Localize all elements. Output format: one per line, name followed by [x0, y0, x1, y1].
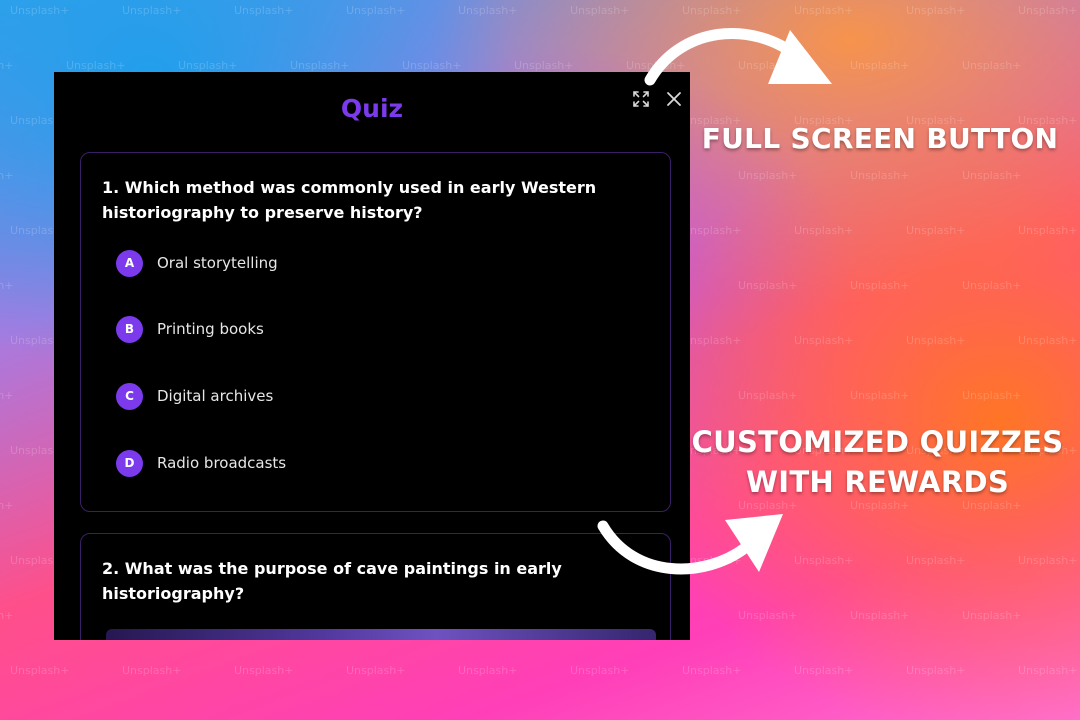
- watermark-text: Unsplash+: [0, 499, 14, 512]
- option-label: Printing books: [157, 320, 264, 338]
- watermark-text: Unsplash+: [962, 279, 1022, 292]
- question-text: 1. Which method was commonly used in ear…: [102, 178, 597, 222]
- watermark-text: Unsplash+: [850, 59, 910, 72]
- watermark-text: Unsplash+: [346, 664, 406, 677]
- watermark-text: Unsplash+: [514, 59, 574, 72]
- watermark-text: Unsplash+: [1018, 334, 1078, 347]
- watermark-text: Unsplash+: [850, 609, 910, 622]
- option-letter-badge: A: [116, 249, 143, 277]
- watermark-text: Unsplash+: [962, 389, 1022, 402]
- next-option-peek: [106, 629, 656, 640]
- watermark-text: Unsplash+: [850, 169, 910, 182]
- watermark-text: Unsplash+: [682, 664, 742, 677]
- watermark-text: Unsplash+: [1018, 554, 1078, 567]
- watermark-text: Unsplash+: [10, 4, 70, 17]
- question-card-2: 2. What was the purpose of cave painting…: [80, 533, 671, 640]
- watermark-text: Unsplash+: [234, 664, 294, 677]
- quiz-callout-line-2: WITH REWARDS: [745, 465, 1010, 499]
- option-b[interactable]: B Printing books: [116, 315, 264, 343]
- watermark-text: Unsplash+: [794, 4, 854, 17]
- watermark-text: Unsplash+: [570, 664, 630, 677]
- watermark-text: Unsplash+: [1018, 664, 1078, 677]
- option-letter-badge: B: [116, 315, 143, 343]
- watermark-text: Unsplash+: [122, 4, 182, 17]
- option-letter-badge: D: [116, 449, 143, 477]
- watermark-text: Unsplash+: [1018, 224, 1078, 237]
- watermark-text: Unsplash+: [178, 59, 238, 72]
- watermark-text: Unsplash+: [906, 224, 966, 237]
- watermark-text: Unsplash+: [738, 169, 798, 182]
- watermark-text: Unsplash+: [738, 279, 798, 292]
- watermark-text: Unsplash+: [290, 59, 350, 72]
- watermark-text: Unsplash+: [850, 389, 910, 402]
- watermark-text: Unsplash+: [682, 334, 742, 347]
- option-label: Oral storytelling: [157, 254, 278, 272]
- watermark-text: Unsplash+: [962, 609, 1022, 622]
- watermark-text: Unsplash+: [570, 4, 630, 17]
- watermark-text: Unsplash+: [10, 664, 70, 677]
- watermark-text: Unsplash+: [458, 4, 518, 17]
- watermark-text: Unsplash+: [122, 664, 182, 677]
- watermark-text: Unsplash+: [906, 334, 966, 347]
- watermark-text: Unsplash+: [66, 59, 126, 72]
- watermark-text: Unsplash+: [794, 224, 854, 237]
- option-label: Digital archives: [157, 387, 274, 405]
- question-card-1: 1. Which method was commonly used in ear…: [80, 152, 671, 512]
- option-d[interactable]: D Radio broadcasts: [116, 449, 286, 477]
- quiz-callout: CUSTOMIZED QUIZZES WITH REWARDS: [690, 422, 1065, 502]
- watermark-text: Unsplash+: [0, 389, 14, 402]
- watermark-text: Unsplash+: [850, 279, 910, 292]
- option-c[interactable]: C Digital archives: [116, 382, 273, 410]
- watermark-text: Unsplash+: [0, 609, 14, 622]
- watermark-text: Unsplash+: [0, 169, 14, 182]
- question-text: 2. What was the purpose of cave painting…: [102, 559, 562, 603]
- watermark-text: Unsplash+: [1018, 4, 1078, 17]
- curved-arrow-icon: [597, 514, 783, 575]
- watermark-text: Unsplash+: [906, 4, 966, 17]
- watermark-text: Unsplash+: [682, 4, 742, 17]
- watermark-text: Unsplash+: [346, 4, 406, 17]
- watermark-text: Unsplash+: [906, 664, 966, 677]
- watermark-text: Unsplash+: [906, 554, 966, 567]
- quiz-title: Quiz: [340, 94, 404, 123]
- fullscreen-callout: FULL SCREEN BUTTON: [701, 122, 1059, 155]
- option-a[interactable]: A Oral storytelling: [116, 249, 278, 277]
- watermark-text: Unsplash+: [962, 169, 1022, 182]
- curved-arrow-icon: [644, 27, 832, 86]
- watermark-text: Unsplash+: [738, 609, 798, 622]
- watermark-text: Unsplash+: [0, 59, 14, 72]
- option-label: Radio broadcasts: [157, 454, 287, 472]
- watermark-text: Unsplash+: [738, 389, 798, 402]
- quiz-callout-line-1: CUSTOMIZED QUIZZES: [691, 425, 1064, 459]
- watermark-text: Unsplash+: [682, 224, 742, 237]
- watermark-text: Unsplash+: [794, 664, 854, 677]
- watermark-text: Unsplash+: [0, 279, 14, 292]
- watermark-text: Unsplash+: [962, 59, 1022, 72]
- watermark-text: Unsplash+: [458, 664, 518, 677]
- watermark-text: Unsplash+: [234, 4, 294, 17]
- watermark-text: Unsplash+: [794, 554, 854, 567]
- watermark-text: Unsplash+: [794, 334, 854, 347]
- option-letter-badge: C: [116, 382, 143, 410]
- watermark-text: Unsplash+: [402, 59, 462, 72]
